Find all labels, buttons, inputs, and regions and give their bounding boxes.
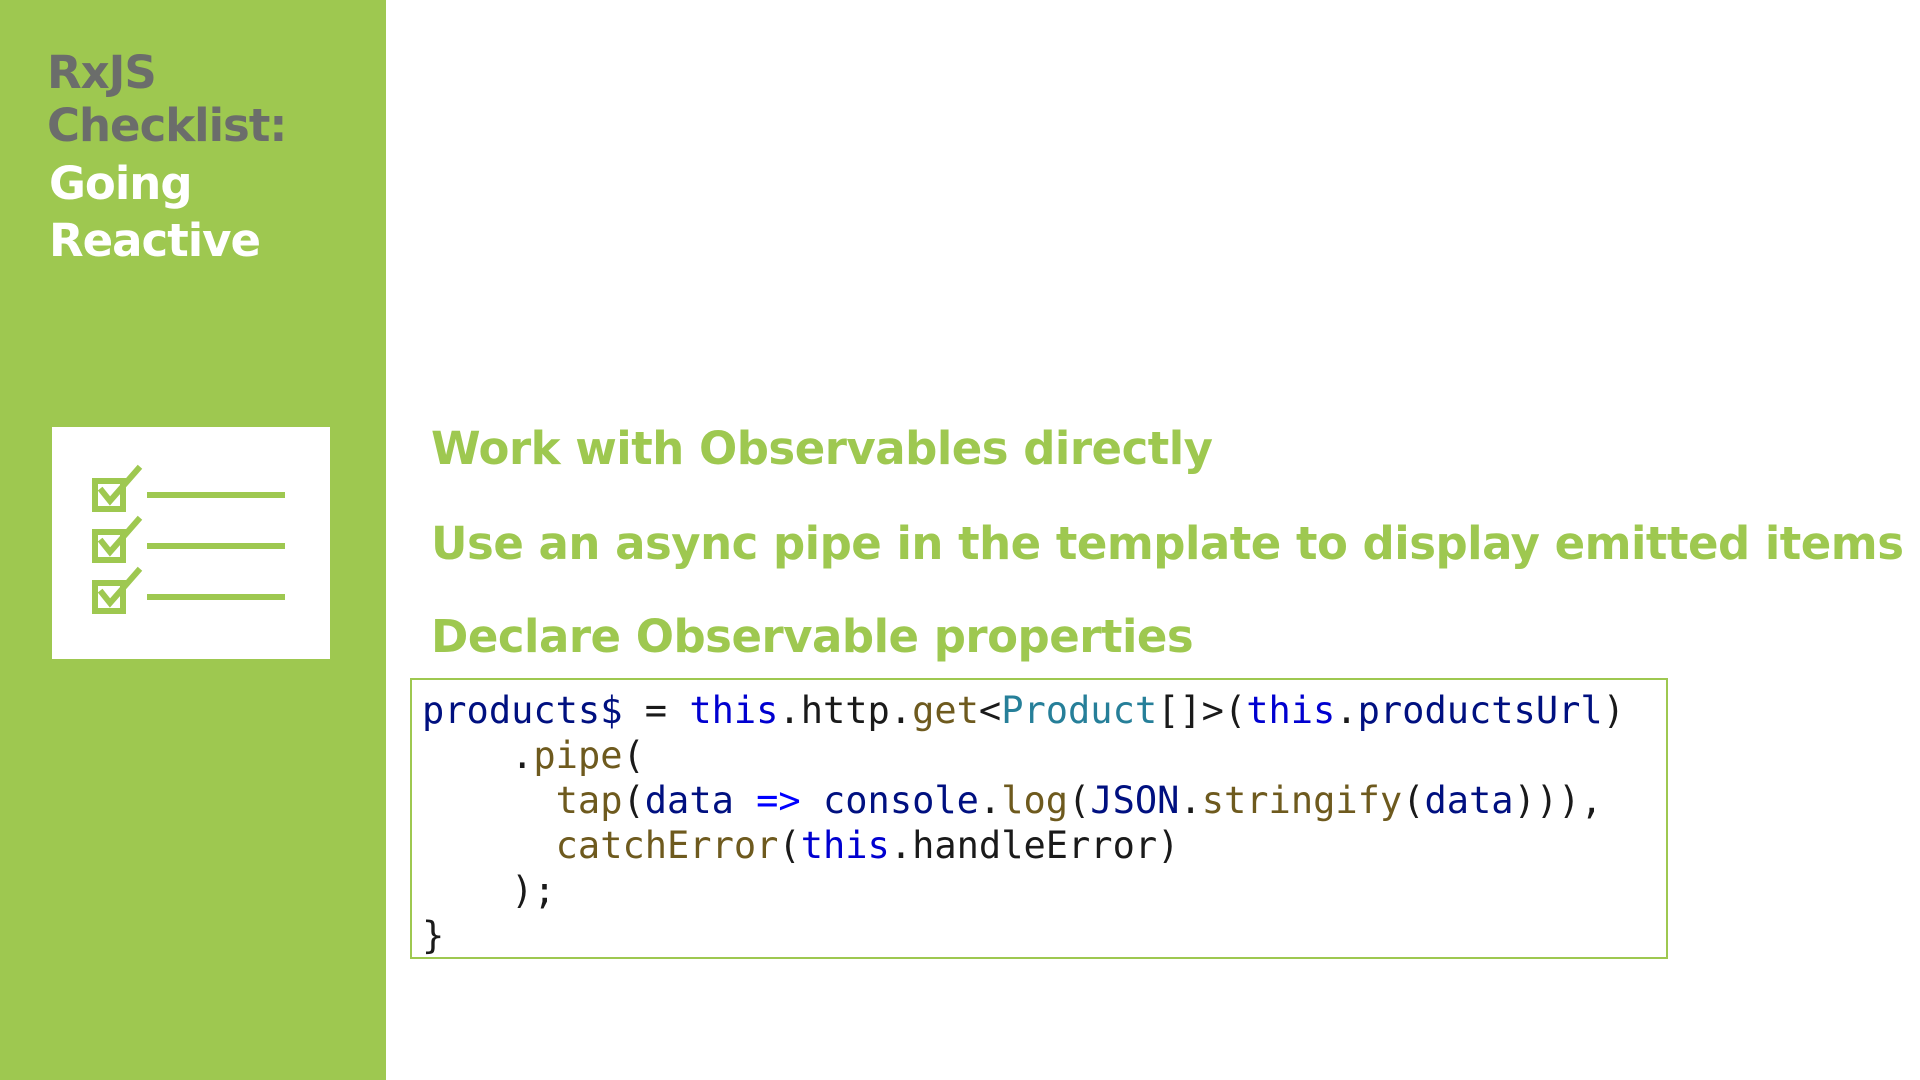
code-line-6: } xyxy=(422,914,445,957)
subtitle-line-1: Going xyxy=(49,157,193,210)
code-line-2: .pipe( xyxy=(422,734,645,777)
checklist-icon xyxy=(92,464,285,614)
code-line-5: ); xyxy=(422,869,556,912)
code-line-4: catchError(this.handleError) xyxy=(555,824,1180,867)
checklist-icon-card xyxy=(52,427,330,659)
checklist-item-3: Declare Observable properties xyxy=(431,610,1194,663)
checklist-item-2: Use an async pipe in the template to dis… xyxy=(431,517,1904,570)
subtitle-line-2: Reactive xyxy=(49,214,261,267)
sidebar: RxJS Checklist: Going Reactive xyxy=(0,0,386,1080)
code-text: products$ = this.http.get<Product[]>(thi… xyxy=(422,688,1625,958)
checklist-item-1: Work with Observables directly xyxy=(431,422,1213,475)
code-line-1: products$ = this.http.get<Product[]>(thi… xyxy=(422,689,1625,732)
code-block: products$ = this.http.get<Product[]>(thi… xyxy=(410,678,1668,959)
title-line-2: Checklist: xyxy=(47,99,287,152)
code-line-3: tap(data => console.log(JSON.stringify(d… xyxy=(555,779,1603,822)
title-line-1: RxJS xyxy=(47,46,157,99)
